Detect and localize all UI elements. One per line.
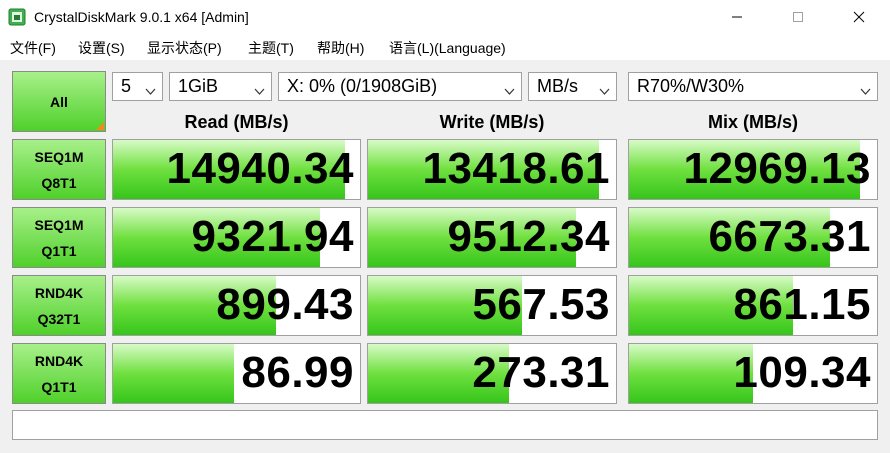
row-label-line1: SEQ1M (34, 148, 84, 165)
result-read-seq1m-q8t1: 14940.34 (112, 139, 361, 200)
seq1m-q8t1-button[interactable]: SEQ1M Q8T1 (12, 139, 106, 200)
menu-language[interactable]: 语言(L)(Language) (389, 38, 506, 58)
seq1m-q1t1-button[interactable]: SEQ1M Q1T1 (12, 207, 106, 268)
test-count-value: 5 (121, 76, 132, 96)
maximize-button[interactable] (775, 0, 821, 34)
result-mix-seq1m-q1t1: 6673.31 (628, 207, 878, 268)
mix-header: Mix (MB/s) (708, 112, 798, 132)
chevron-down-icon (145, 81, 156, 102)
chevron-down-icon (860, 81, 871, 102)
drive-select[interactable]: X: 0% (0/1908GiB) (278, 72, 522, 101)
result-mix-seq1m-q8t1: 12969.13 (628, 139, 878, 200)
result-value: 13418.61 (422, 144, 610, 193)
mix-ratio-value: R70%/W30% (637, 76, 745, 96)
menu-help[interactable]: 帮助(H) (317, 38, 364, 58)
menu-settings[interactable]: 设置(S) (78, 38, 125, 58)
comment-input[interactable] (12, 410, 878, 440)
all-button[interactable]: All (12, 71, 106, 132)
drive-value: X: 0% (0/1908GiB) (287, 76, 438, 96)
row-label-line2: Q1T1 (41, 378, 77, 395)
result-read-rnd4k-q1t1: 86.99 (112, 343, 361, 404)
close-button[interactable] (836, 0, 882, 34)
result-value: 109.34 (733, 348, 871, 397)
menu-file[interactable]: 文件(F) (10, 38, 56, 58)
result-value: 899.43 (216, 280, 354, 329)
result-value: 861.15 (733, 280, 871, 329)
result-write-rnd4k-q32t1: 567.53 (367, 275, 617, 336)
result-write-seq1m-q1t1: 9512.34 (367, 207, 617, 268)
result-read-seq1m-q1t1: 9321.94 (112, 207, 361, 268)
result-value: 9321.94 (191, 212, 354, 261)
result-mix-rnd4k-q32t1: 861.15 (628, 275, 878, 336)
result-mix-rnd4k-q1t1: 109.34 (628, 343, 878, 404)
result-value: 567.53 (472, 280, 610, 329)
menu-display[interactable]: 显示状态(P) (147, 38, 222, 58)
all-button-label: All (50, 93, 68, 110)
rnd4k-q32t1-button[interactable]: RND4K Q32T1 (12, 275, 106, 336)
progress-bar (113, 344, 235, 403)
rnd4k-q1t1-button[interactable]: RND4K Q1T1 (12, 343, 106, 404)
result-value: 12969.13 (683, 144, 871, 193)
test-size-value: 1GiB (178, 76, 219, 96)
row-label-line2: Q1T1 (41, 242, 77, 259)
row-label-line2: Q32T1 (37, 310, 81, 327)
test-size-select[interactable]: 1GiB (169, 72, 272, 101)
result-read-rnd4k-q32t1: 899.43 (112, 275, 361, 336)
corner-indicator (96, 122, 104, 130)
chevron-down-icon (599, 81, 610, 102)
result-value: 14940.34 (166, 144, 354, 193)
result-value: 9512.34 (447, 212, 610, 261)
result-value: 6673.31 (708, 212, 871, 261)
read-header: Read (MB/s) (184, 112, 289, 132)
result-write-seq1m-q8t1: 13418.61 (367, 139, 617, 200)
mix-ratio-select[interactable]: R70%/W30% (628, 72, 878, 101)
result-value: 86.99 (241, 348, 354, 397)
minimize-button[interactable] (714, 0, 760, 34)
chevron-down-icon (254, 81, 265, 102)
result-value: 273.31 (472, 348, 610, 397)
result-write-rnd4k-q1t1: 273.31 (367, 343, 617, 404)
unit-select[interactable]: MB/s (528, 72, 617, 101)
chevron-down-icon (504, 81, 515, 102)
row-label-line2: Q8T1 (41, 174, 77, 191)
row-label-line1: RND4K (34, 284, 84, 301)
write-header: Write (MB/s) (439, 112, 545, 132)
window-title: CrystalDiskMark 9.0.1 x64 [Admin] (34, 9, 249, 25)
title-bar: CrystalDiskMark 9.0.1 x64 [Admin] (0, 0, 890, 34)
menu-theme[interactable]: 主题(T) (248, 38, 294, 58)
menu-bar: 文件(F) 设置(S) 显示状态(P) 主题(T) 帮助(H) 语言(L)(La… (0, 34, 890, 60)
test-count-select[interactable]: 5 (112, 72, 163, 101)
unit-value: MB/s (537, 76, 579, 96)
crystaldiskmark-app-icon (8, 8, 26, 26)
row-label-line1: SEQ1M (34, 216, 84, 233)
row-label-line1: RND4K (34, 352, 84, 369)
